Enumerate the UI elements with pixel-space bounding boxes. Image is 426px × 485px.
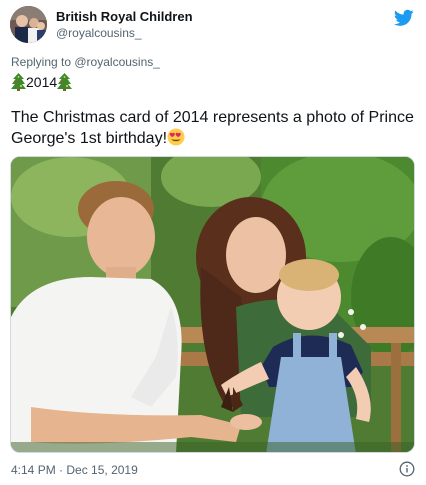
reply-mention-link[interactable]: @royalcousins_ bbox=[74, 55, 160, 69]
heart-eyes-emoji-icon bbox=[167, 128, 185, 146]
user-handle[interactable]: @royalcousins_ bbox=[56, 25, 193, 41]
tweet-timestamp[interactable]: 4:14 PM · Dec 15, 2019 bbox=[11, 463, 138, 477]
replying-prefix: Replying to bbox=[11, 55, 75, 69]
tweet-photo[interactable] bbox=[10, 156, 415, 453]
tweet-body: The Christmas card of 2014 represents a … bbox=[11, 108, 416, 149]
christmas-tree-icon bbox=[11, 73, 26, 91]
tweet-text: The Christmas card of 2014 represents a … bbox=[11, 109, 414, 147]
author-names[interactable]: British Royal Children @royalcousins_ bbox=[56, 8, 193, 41]
tweet-header: British Royal Children @royalcousins_ bbox=[10, 6, 416, 46]
replying-to: Replying to @royalcousins_ bbox=[11, 55, 160, 69]
avatar[interactable] bbox=[10, 6, 47, 43]
year-text: 2014 bbox=[26, 74, 58, 90]
display-name[interactable]: British Royal Children bbox=[56, 8, 193, 25]
tweet-footer: 4:14 PM · Dec 15, 2019 bbox=[11, 461, 415, 479]
christmas-tree-icon bbox=[57, 73, 73, 91]
tweet-time: 4:14 PM bbox=[11, 463, 56, 477]
family-photo-image bbox=[11, 157, 414, 452]
twitter-bird-icon[interactable] bbox=[394, 9, 414, 27]
timestamp-separator: · bbox=[55, 463, 67, 477]
year-tag-line: 2014 bbox=[11, 72, 73, 92]
info-icon[interactable] bbox=[399, 461, 415, 477]
tweet-date: Dec 15, 2019 bbox=[66, 463, 138, 477]
